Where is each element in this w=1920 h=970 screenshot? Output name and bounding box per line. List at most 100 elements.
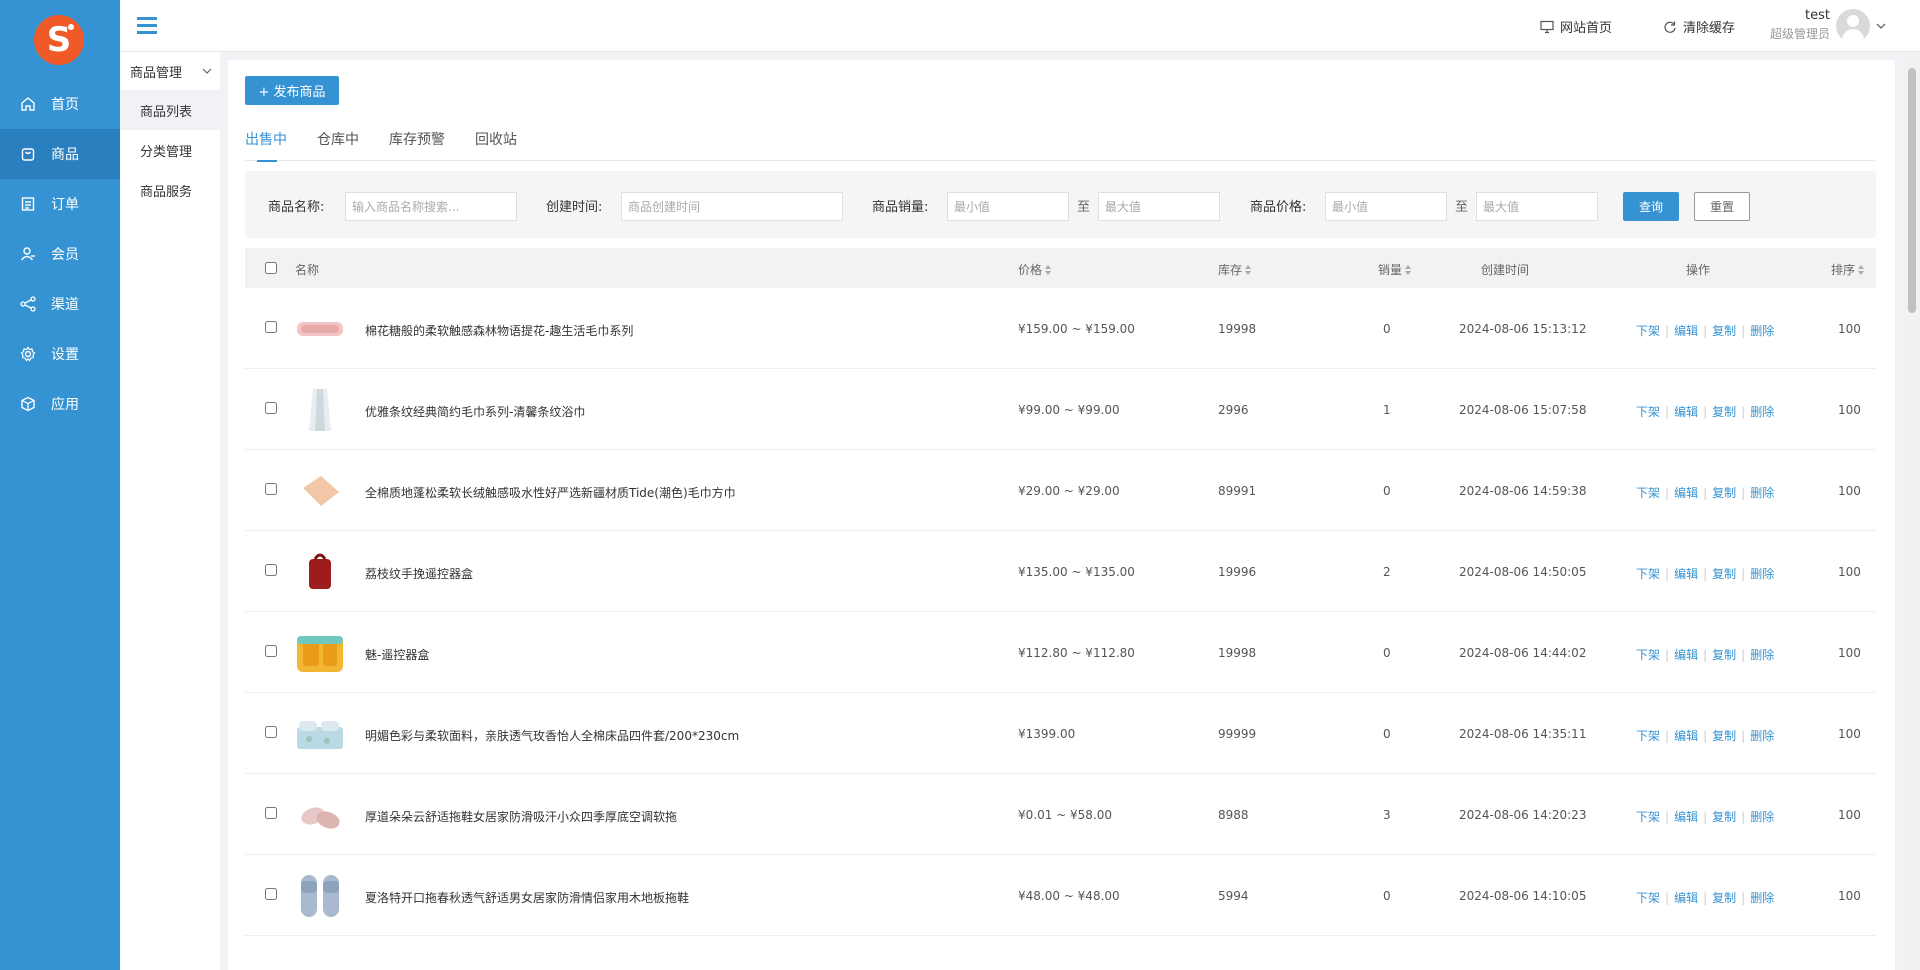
delete-link[interactable]: 删除 [1750,567,1774,581]
copy-link[interactable]: 复制 [1712,729,1736,743]
nav-item-goods[interactable]: 商品 [0,129,120,179]
tab-on-sale[interactable]: 出售中 [245,125,287,162]
edit-link[interactable]: 编辑 [1674,810,1698,824]
subnav-item-category[interactable]: 分类管理 [120,130,220,170]
row-checkbox[interactable] [265,807,277,819]
chevron-down-icon[interactable] [1876,22,1886,30]
clear-cache-button[interactable]: 清除缓存 [1663,17,1735,36]
product-name[interactable]: 厚道朵朵云舒适拖鞋女居家防滑吸汗小众四季厚底空调软拖 [365,808,677,825]
off-shelf-link[interactable]: 下架 [1636,648,1660,662]
copy-link[interactable]: 复制 [1712,405,1736,419]
row-checkbox[interactable] [265,321,277,333]
subnav-item-services[interactable]: 商品服务 [120,170,220,210]
off-shelf-link[interactable]: 下架 [1636,891,1660,905]
edit-link[interactable]: 编辑 [1674,405,1698,419]
subnav-group-goods[interactable]: 商品管理 [120,52,220,90]
off-shelf-link[interactable]: 下架 [1636,486,1660,500]
product-name[interactable]: 夏洛特开口拖春秋透气舒适男女居家防滑情侣家用木地板拖鞋 [365,889,689,906]
nav-item-orders[interactable]: 订单 [0,179,120,229]
copy-link[interactable]: 复制 [1712,810,1736,824]
product-name[interactable]: 明媚色彩与柔软面料，亲肤透气玫香怡人全棉床品四件套/200*230cm [365,727,739,744]
app-root: S 首页 商品 订单 会员 渠道 设置 应用 网站首页 清除缓存 test 超级… [0,0,1920,970]
sales-max-input[interactable] [1098,192,1220,221]
product-sales: 0 [1383,646,1391,660]
query-button[interactable]: 查询 [1623,192,1679,221]
sales-min-input[interactable] [947,192,1069,221]
off-shelf-link[interactable]: 下架 [1636,567,1660,581]
copy-link[interactable]: 复制 [1712,486,1736,500]
tab-stock-warning[interactable]: 库存预警 [389,125,445,161]
name-filter-label: 商品名称: [268,200,325,215]
publish-goods-button[interactable]: + 发布商品 [245,76,339,105]
edit-link[interactable]: 编辑 [1674,729,1698,743]
product-sort: 100 [1838,727,1861,741]
off-shelf-link[interactable]: 下架 [1636,810,1660,824]
tab-warehouse[interactable]: 仓库中 [317,125,359,161]
top-header: 网站首页 清除缓存 test 超级管理员 [120,0,1920,52]
copy-link[interactable]: 复制 [1712,648,1736,662]
product-thumbnail-remote-box-icon [309,553,331,589]
product-name[interactable]: 魅-遥控器盒 [365,646,429,663]
edit-link[interactable]: 编辑 [1674,648,1698,662]
table-body: 棉花糖般的柔软触感森林物语提花-趣生活毛巾系列 ¥159.00 ~ ¥159.0… [245,288,1876,936]
sales-filter-label: 商品销量: [872,200,929,215]
table-row: 夏洛特开口拖春秋透气舒适男女居家防滑情侣家用木地板拖鞋 ¥48.00 ~ ¥48… [245,855,1876,936]
name-search-input[interactable] [345,192,517,221]
header-price[interactable]: 价格 [1018,261,1052,278]
header-sort[interactable]: 排序 [1831,261,1865,278]
header-sales[interactable]: 销量 [1378,261,1412,278]
row-checkbox[interactable] [265,645,277,657]
delete-link[interactable]: 删除 [1750,324,1774,338]
menu-toggle-icon[interactable] [137,17,157,35]
delete-link[interactable]: 删除 [1750,729,1774,743]
delete-link[interactable]: 删除 [1750,405,1774,419]
delete-link[interactable]: 删除 [1750,891,1774,905]
off-shelf-link[interactable]: 下架 [1636,405,1660,419]
price-max-input[interactable] [1476,192,1598,221]
product-name[interactable]: 荔枝纹手挽遥控器盒 [365,565,473,582]
row-checkbox[interactable] [265,483,277,495]
scrollbar-thumb[interactable] [1908,68,1916,313]
subnav-group-label: 商品管理 [130,65,183,81]
price-min-input[interactable] [1325,192,1447,221]
app-logo[interactable]: S [34,15,84,65]
subnav-item-goods-list[interactable]: 商品列表 [120,90,220,130]
edit-link[interactable]: 编辑 [1674,486,1698,500]
row-checkbox[interactable] [265,888,277,900]
header-stock[interactable]: 库存 [1218,261,1252,278]
product-name[interactable]: 全棉质地蓬松柔软长绒触感吸水性好严选新疆材质Tide(潮色)毛巾方巾 [365,484,736,501]
site-home-link[interactable]: 网站首页 [1540,17,1612,36]
edit-link[interactable]: 编辑 [1674,324,1698,338]
delete-link[interactable]: 删除 [1750,648,1774,662]
copy-link[interactable]: 复制 [1712,567,1736,581]
avatar[interactable] [1836,9,1870,43]
select-all-checkbox[interactable] [265,262,277,274]
copy-link[interactable]: 复制 [1712,891,1736,905]
nav-item-label: 订单 [51,197,79,213]
row-checkbox[interactable] [265,402,277,414]
row-checkbox[interactable] [265,726,277,738]
copy-link[interactable]: 复制 [1712,324,1736,338]
edit-link[interactable]: 编辑 [1674,567,1698,581]
page-scrollbar[interactable] [1904,60,1920,970]
nav-item-home[interactable]: 首页 [0,79,120,129]
created-time-input[interactable] [621,192,843,221]
header-price-label: 价格 [1018,263,1043,277]
reset-button[interactable]: 重置 [1694,192,1750,221]
product-name[interactable]: 优雅条纹经典简约毛巾系列-清馨条纹浴巾 [365,403,585,420]
tab-recycle-bin[interactable]: 回收站 [475,125,517,161]
product-name[interactable]: 棉花糖般的柔软触感森林物语提花-趣生活毛巾系列 [365,322,633,339]
delete-link[interactable]: 删除 [1750,486,1774,500]
product-stock: 19996 [1218,565,1257,579]
nav-item-members[interactable]: 会员 [0,229,120,279]
off-shelf-link[interactable]: 下架 [1636,729,1660,743]
nav-item-apps[interactable]: 应用 [0,379,120,429]
nav-item-channels[interactable]: 渠道 [0,279,120,329]
table-row: 全棉质地蓬松柔软长绒触感吸水性好严选新疆材质Tide(潮色)毛巾方巾 ¥29.0… [245,450,1876,531]
nav-item-settings[interactable]: 设置 [0,329,120,379]
row-checkbox[interactable] [265,564,277,576]
user-info[interactable]: test 超级管理员 [1770,8,1830,42]
delete-link[interactable]: 删除 [1750,810,1774,824]
off-shelf-link[interactable]: 下架 [1636,324,1660,338]
edit-link[interactable]: 编辑 [1674,891,1698,905]
